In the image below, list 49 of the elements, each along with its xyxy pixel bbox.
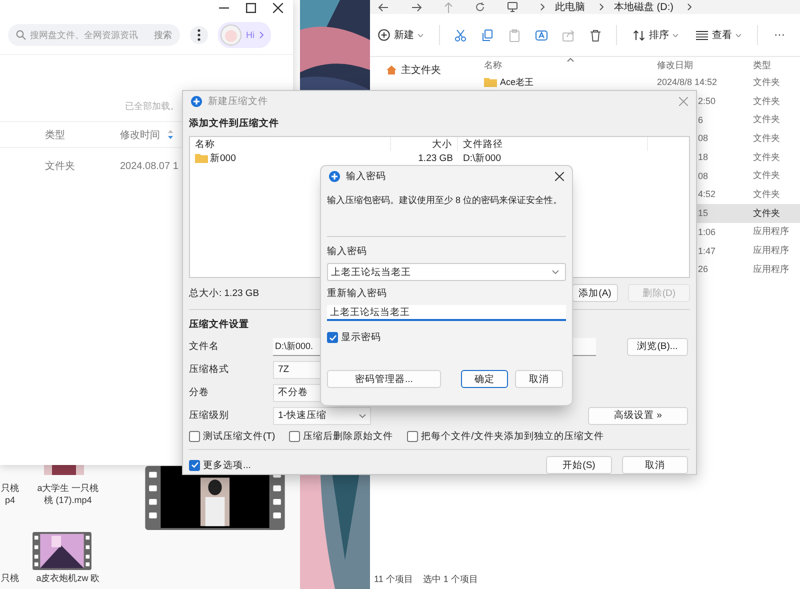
type-cell: 文件夹 [753, 150, 780, 164]
file-name: 桃 (17).mp4 [44, 494, 92, 506]
file-name: a皮衣炮机zw 欧 [36, 572, 100, 584]
date-cell-text: 1:47 [698, 246, 717, 256]
field-label: 输入密码 [327, 245, 368, 258]
type-cell: 应用程序 [753, 244, 789, 258]
field-label: 重新输入密码 [327, 287, 388, 300]
table-cell-text: 文件夹 [45, 160, 76, 173]
status-text: 选中 1 个项目 [422, 573, 478, 586]
date-cell-text: 2:50 [698, 96, 717, 106]
date-cell-text: 4:52 [698, 189, 717, 200]
date-cell-text: 08 [698, 133, 710, 144]
type-cell: 文件夹 [753, 113, 780, 126]
section-heading: 压缩文件设置 [189, 318, 250, 331]
type-cell: 文件夹 [753, 206, 780, 220]
file-name: 只桃 [1, 482, 19, 494]
date-cell-text: 15 [698, 208, 710, 218]
window-title: 输入密码 [346, 170, 386, 182]
date-cell-text: 6 [698, 114, 704, 125]
type-cell: 应用程序 [753, 262, 789, 276]
field-label: 分卷 [189, 386, 210, 399]
type-cell: 文件夹 [753, 132, 780, 145]
table-cell: 2024.08.07 1 [120, 160, 178, 172]
file-name: a大学生 一只桃 [37, 482, 99, 494]
file-name: 只桃 [1, 572, 19, 584]
field-label: 压缩级别 [189, 409, 230, 422]
load-status: 已全部加载。 [125, 100, 179, 113]
file-name: p4 [4, 494, 15, 506]
type-cell: 文件夹 [753, 76, 780, 89]
date-cell-text: 1:06 [698, 226, 717, 237]
type-cell: 文件夹 [753, 188, 780, 201]
section-heading: 添加文件到压缩文件 [189, 117, 280, 130]
total-size: 总大小: 1.23 GB [189, 286, 260, 300]
file-name: Ace老王 [500, 76, 534, 89]
type-cell: 文件夹 [753, 169, 780, 182]
type-cell: 文件夹 [753, 94, 780, 108]
hint-text: 输入压缩包密码。建议使用至少 8 位的密码来保证安全性。 [327, 194, 564, 206]
date-cell-text: 08 [698, 170, 710, 181]
date-cell-text: 2024/8/8 14:52 [657, 77, 718, 88]
field-label: 压缩格式 [189, 363, 230, 376]
date-cell-text: 26 [698, 264, 710, 274]
file-name: 新000 [210, 152, 236, 164]
field-label: 文件名 [189, 340, 220, 353]
type-cell: 应用程序 [753, 225, 789, 238]
status-text: 11 个项目 [374, 573, 413, 586]
window-title: 新建压缩文件 [208, 94, 268, 108]
file-path: D:\新000 [462, 152, 502, 164]
date-cell-text: 18 [698, 152, 710, 162]
file-size: 1.23 GB [417, 152, 454, 164]
